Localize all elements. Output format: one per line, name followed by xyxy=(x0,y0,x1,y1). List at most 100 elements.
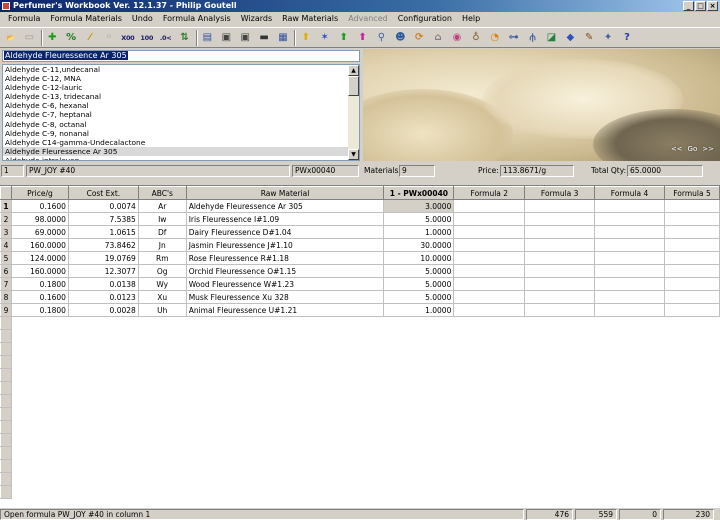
formula-4-cell[interactable] xyxy=(594,290,665,304)
formula-1-qty-cell[interactable]: 30.0000 xyxy=(383,238,455,252)
empty-cell[interactable] xyxy=(525,369,595,382)
empty-cell[interactable] xyxy=(68,408,138,421)
formula-2-cell[interactable] xyxy=(453,277,526,291)
raw-material-cell[interactable]: Dairy Fleuressence D#1.04 xyxy=(186,225,385,239)
raw-material-cell[interactable]: Aldehyde Fleuressence Ar 305 xyxy=(186,199,385,213)
row-header[interactable]: 3 xyxy=(0,225,12,239)
empty-cell[interactable] xyxy=(11,408,68,421)
menu-undo[interactable]: Undo xyxy=(127,12,158,26)
empty-cell[interactable] xyxy=(11,486,68,499)
abc-cell[interactable]: Jn xyxy=(138,238,187,252)
empty-cell[interactable] xyxy=(384,356,454,369)
raw-material-cell[interactable]: Orchid Fleuressence O#1.15 xyxy=(186,264,385,278)
empty-cell[interactable] xyxy=(186,473,384,486)
menu-raw-materials[interactable]: Raw Materials xyxy=(277,12,343,26)
material-list-item[interactable]: Aldehyde C-12-lauric xyxy=(3,83,349,92)
formula-1-qty-cell[interactable]: 10.0000 xyxy=(383,251,455,265)
menu-help[interactable]: Help xyxy=(457,12,485,26)
cost-cell[interactable]: 12.3077 xyxy=(68,264,139,278)
empty-cell[interactable] xyxy=(138,434,186,447)
formula-4-cell[interactable] xyxy=(594,212,665,226)
cost-cell[interactable]: 0.0138 xyxy=(68,277,139,291)
x00-icon[interactable]: X00 xyxy=(119,29,136,46)
price-cell[interactable]: 0.1800 xyxy=(11,303,69,317)
col-header-formula-3[interactable]: Formula 3 xyxy=(524,186,596,200)
empty-cell[interactable] xyxy=(384,343,454,356)
row-header[interactable]: 7 xyxy=(0,277,12,291)
formula-2-cell[interactable] xyxy=(453,225,526,239)
empty-cell[interactable] xyxy=(138,460,186,473)
formula-3-cell[interactable] xyxy=(524,290,596,304)
empty-cell[interactable] xyxy=(68,434,138,447)
formula-1-qty-cell[interactable]: 1.0000 xyxy=(383,303,455,317)
pie-chart-icon[interactable]: ◔ xyxy=(486,29,503,46)
disabled-icon[interactable]: ◦ xyxy=(100,29,117,46)
cost-cell[interactable]: 0.0123 xyxy=(68,290,139,304)
empty-cell[interactable] xyxy=(384,434,454,447)
empty-cell[interactable] xyxy=(664,486,719,499)
empty-cell[interactable] xyxy=(186,408,384,421)
empty-cell[interactable] xyxy=(595,434,665,447)
empty-cell[interactable] xyxy=(384,408,454,421)
row-header[interactable] xyxy=(0,368,12,382)
empty-cell[interactable] xyxy=(664,434,719,447)
empty-cell[interactable] xyxy=(186,421,384,434)
empty-cell[interactable] xyxy=(384,382,454,395)
row-header[interactable] xyxy=(0,394,12,408)
empty-cell[interactable] xyxy=(138,486,186,499)
abc-cell[interactable]: Wy xyxy=(138,277,187,291)
empty-cell[interactable] xyxy=(68,369,138,382)
empty-cell[interactable] xyxy=(138,408,186,421)
empty-cell[interactable] xyxy=(186,369,384,382)
empty-cell[interactable] xyxy=(664,395,719,408)
star-blue-icon[interactable]: ✶ xyxy=(316,29,333,46)
formula-2-cell[interactable] xyxy=(453,303,526,317)
formula-3-cell[interactable] xyxy=(524,277,596,291)
price-cell[interactable]: 124.0000 xyxy=(11,251,69,265)
add-icon[interactable]: ✚ xyxy=(44,29,61,46)
empty-cell[interactable] xyxy=(384,317,454,330)
empty-cell[interactable] xyxy=(11,460,68,473)
cost-cell[interactable]: 1.0615 xyxy=(68,225,139,239)
cost-cell[interactable]: 0.0028 xyxy=(68,303,139,317)
palette-icon[interactable]: ◉ xyxy=(448,29,465,46)
material-list-item[interactable]: Aldehyde Fleuressence Ar 305 xyxy=(3,146,349,156)
formula-5-cell[interactable] xyxy=(664,199,720,213)
formula-1-qty-cell[interactable]: 3.0000 xyxy=(383,199,455,213)
formula-5-cell[interactable] xyxy=(664,303,720,317)
formula-5-cell[interactable] xyxy=(664,238,720,252)
empty-cell[interactable] xyxy=(384,369,454,382)
list-scrollbar[interactable]: ▲ ▼ xyxy=(348,65,359,160)
arrow-up-yellow-icon[interactable]: ⬆ xyxy=(297,29,314,46)
material-list-item[interactable]: Aldehyde C-12, MNA xyxy=(3,74,349,83)
empty-cell[interactable] xyxy=(454,317,525,330)
empty-cell[interactable] xyxy=(384,460,454,473)
empty-cell[interactable] xyxy=(186,343,384,356)
formula-2-cell[interactable] xyxy=(453,199,526,213)
tree-icon[interactable]: ⫛ xyxy=(524,29,541,46)
formula-1-qty-cell[interactable]: 5.0000 xyxy=(383,277,455,291)
empty-cell[interactable] xyxy=(595,486,665,499)
formula-3-cell[interactable] xyxy=(524,199,596,213)
row-header[interactable] xyxy=(0,342,12,356)
close-button[interactable]: × xyxy=(707,1,718,11)
new-page-icon[interactable]: ▭ xyxy=(21,29,38,46)
col-header-formula-4[interactable]: Formula 4 xyxy=(594,186,665,200)
formula-4-cell[interactable] xyxy=(594,264,665,278)
magnifier-icon[interactable]: ⚲ xyxy=(373,29,390,46)
price-cell[interactable]: 0.1600 xyxy=(11,290,69,304)
formula-2-cell[interactable] xyxy=(453,238,526,252)
empty-cell[interactable] xyxy=(454,434,525,447)
empty-cell[interactable] xyxy=(11,434,68,447)
empty-cell[interactable] xyxy=(11,395,68,408)
empty-cell[interactable] xyxy=(525,395,595,408)
empty-cell[interactable] xyxy=(595,473,665,486)
empty-cell[interactable] xyxy=(138,330,186,343)
calculator-icon[interactable]: ▦ xyxy=(274,29,291,46)
formula-3-cell[interactable] xyxy=(524,238,596,252)
empty-cell[interactable] xyxy=(68,447,138,460)
formula-5-cell[interactable] xyxy=(664,251,720,265)
formula-1-qty-cell[interactable]: 5.0000 xyxy=(383,212,455,226)
formula-4-cell[interactable] xyxy=(594,199,665,213)
empty-cell[interactable] xyxy=(384,473,454,486)
